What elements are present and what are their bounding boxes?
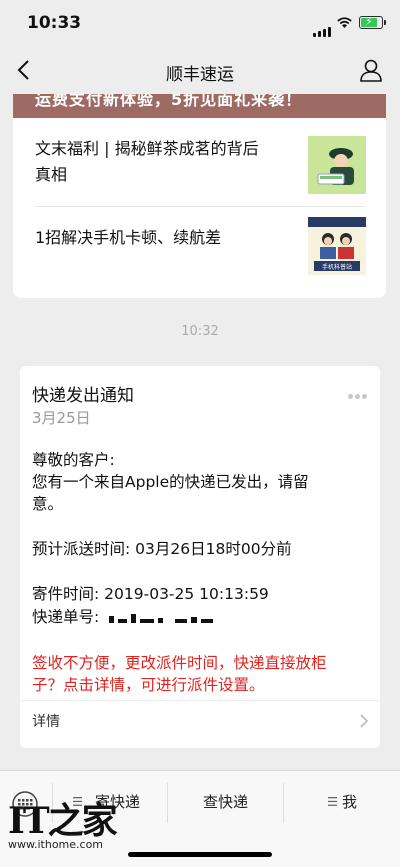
tracking-label: 快递单号: (32, 608, 100, 626)
details-link[interactable]: 详情 (20, 700, 380, 749)
shipping-notice-card[interactable]: 快递发出通知 3月25日 尊敬的客户: 您有一个来自Apple的快递已发出，请留… (20, 366, 380, 748)
send-time-label: 寄件时间: (32, 585, 100, 603)
page-title: 顺丰速运 (166, 65, 234, 85)
send-time-value: 2019-03-25 10:13:59 (104, 585, 269, 603)
greeting-text: 尊敬的客户: (32, 451, 115, 469)
status-bar: 10:33 ⚡ (0, 0, 400, 46)
tracking-row: 快递单号: (32, 606, 217, 629)
tab-me[interactable]: 我 (284, 771, 400, 829)
status-time: 10:33 (27, 13, 82, 33)
tab-label: 我 (342, 793, 358, 811)
nav-bar: 顺丰速运 (0, 46, 400, 94)
tab-label: 查快递 (203, 793, 249, 811)
watermark-url: www.ithome.com (8, 838, 104, 851)
article-title: 1招解决手机卡顿、续航差 (35, 228, 222, 247)
more-options-icon[interactable] (346, 384, 367, 403)
home-indicator[interactable] (128, 852, 272, 857)
menu-lines-icon (328, 797, 337, 806)
banner-text: 运费支付新体验，5折见面礼来袭！ (35, 94, 303, 109)
cellular-signal-icon (313, 18, 333, 37)
thumbnail-caption: 手机科普站 (321, 264, 352, 271)
redacted-tracking-number (109, 607, 217, 629)
article-banner[interactable]: 运费支付新体验，5折见面礼来袭！ (13, 94, 386, 118)
tea-article-thumbnail (308, 136, 366, 194)
wifi-icon (337, 17, 352, 28)
watermark-logo: IT之家 (8, 800, 118, 842)
user-profile-icon[interactable] (358, 57, 384, 83)
eta-row: 预计派送时间: 03月26日18时00分前 (32, 538, 292, 560)
chevron-right-icon (360, 714, 368, 728)
notice-body: 您有一个来自Apple的快递已发出，请留 意。 (32, 473, 309, 513)
details-label: 详情 (32, 714, 60, 730)
notice-date: 3月25日 (32, 409, 91, 427)
notice-title: 快递发出通知 (32, 386, 134, 406)
article-item[interactable]: 文末福利 | 揭秘鲜茶成茗的背后 真相 (13, 118, 386, 204)
eta-value: 03月26日18时00分前 (135, 540, 292, 558)
article-card: 运费支付新体验，5折见面礼来袭！ 文末福利 | 揭秘鲜茶成茗的背后 真相 1招解… (13, 94, 386, 298)
tab-track-express[interactable]: 查快递 (168, 771, 283, 829)
article-title: 文末福利 | 揭秘鲜茶成茗的背后 真相 (35, 139, 259, 184)
eta-label: 预计派送时间: (32, 540, 131, 558)
article-item[interactable]: 1招解决手机卡顿、续航差 手机科普站 (13, 207, 386, 298)
battery-icon: ⚡ (359, 15, 386, 29)
send-time-row: 寄件时间: 2019-03-25 10:13:59 (32, 583, 269, 605)
red-tip-text: 签收不方便，更改派件时间，快递直接放柜 子？点击详情，可进行派件设置。 (32, 654, 327, 694)
ithome-watermark: IT之家 www.ithome.com (8, 792, 118, 852)
message-timestamp: 10:32 (181, 324, 219, 339)
